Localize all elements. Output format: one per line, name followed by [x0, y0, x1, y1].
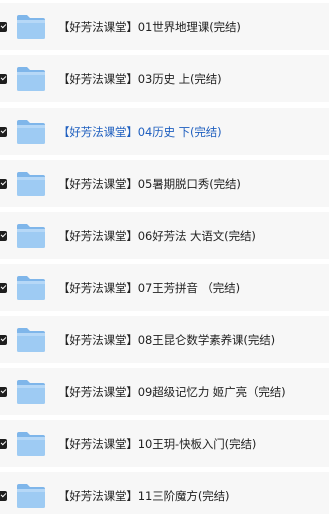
checkbox-checked-icon[interactable] [0, 126, 7, 137]
file-name[interactable]: 【好芳法课堂】10王玥-快板入门(完结) [58, 436, 256, 452]
checkbox-checked-icon[interactable] [0, 438, 7, 449]
file-name[interactable]: 【好芳法课堂】11三阶魔方(完结) [58, 488, 230, 504]
file-name[interactable]: 【好芳法课堂】09超级记忆力 姬广亮（完结) [58, 384, 286, 400]
file-name[interactable]: 【好芳法课堂】03历史 上(完结) [58, 71, 222, 87]
file-name[interactable]: 【好芳法课堂】05暑期脱口秀(完结) [58, 176, 241, 192]
file-row[interactable]: 【好芳法课堂】01世界地理课(完结) [0, 3, 329, 50]
folder-icon [16, 431, 46, 457]
file-name[interactable]: 【好芳法课堂】04历史 下(完结) [58, 124, 222, 140]
file-row[interactable]: 【好芳法课堂】09超级记忆力 姬广亮（完结) [0, 368, 329, 415]
folder-icon [16, 483, 46, 509]
checkbox-checked-icon[interactable] [0, 282, 7, 293]
checkbox-checked-icon[interactable] [0, 73, 7, 84]
file-row[interactable]: 【好芳法课堂】11三阶魔方(完结) [0, 472, 329, 514]
folder-icon [16, 14, 46, 40]
folder-icon [16, 327, 46, 353]
checkbox-checked-icon[interactable] [0, 178, 7, 189]
checkbox-checked-icon[interactable] [0, 21, 7, 32]
file-name[interactable]: 【好芳法课堂】01世界地理课(完结) [58, 19, 241, 35]
folder-icon [16, 223, 46, 249]
file-name[interactable]: 【好芳法课堂】08王昆仑数学素养课(完结) [58, 332, 275, 348]
folder-icon [16, 275, 46, 301]
file-name[interactable]: 【好芳法课堂】07王芳拼音 （完结) [58, 280, 240, 296]
checkbox-checked-icon[interactable] [0, 490, 7, 501]
checkbox-checked-icon[interactable] [0, 230, 7, 241]
file-name[interactable]: 【好芳法课堂】06好芳法 大语文(完结) [58, 228, 256, 244]
checkbox-checked-icon[interactable] [0, 334, 7, 345]
file-list: 【好芳法课堂】01世界地理课(完结) 【好芳法课堂】03历史 上(完结) 【好芳… [0, 0, 329, 514]
file-row[interactable]: 【好芳法课堂】04历史 下(完结) [0, 108, 329, 155]
file-row[interactable]: 【好芳法课堂】07王芳拼音 （完结) [0, 264, 329, 311]
file-row[interactable]: 【好芳法课堂】03历史 上(完结) [0, 55, 329, 102]
file-row[interactable]: 【好芳法课堂】05暑期脱口秀(完结) [0, 160, 329, 207]
file-row[interactable]: 【好芳法课堂】10王玥-快板入门(完结) [0, 420, 329, 467]
folder-icon [16, 66, 46, 92]
file-row[interactable]: 【好芳法课堂】08王昆仑数学素养课(完结) [0, 316, 329, 363]
folder-icon [16, 171, 46, 197]
checkbox-checked-icon[interactable] [0, 386, 7, 397]
folder-icon [16, 379, 46, 405]
file-row[interactable]: 【好芳法课堂】06好芳法 大语文(完结) [0, 212, 329, 259]
folder-icon [16, 119, 46, 145]
